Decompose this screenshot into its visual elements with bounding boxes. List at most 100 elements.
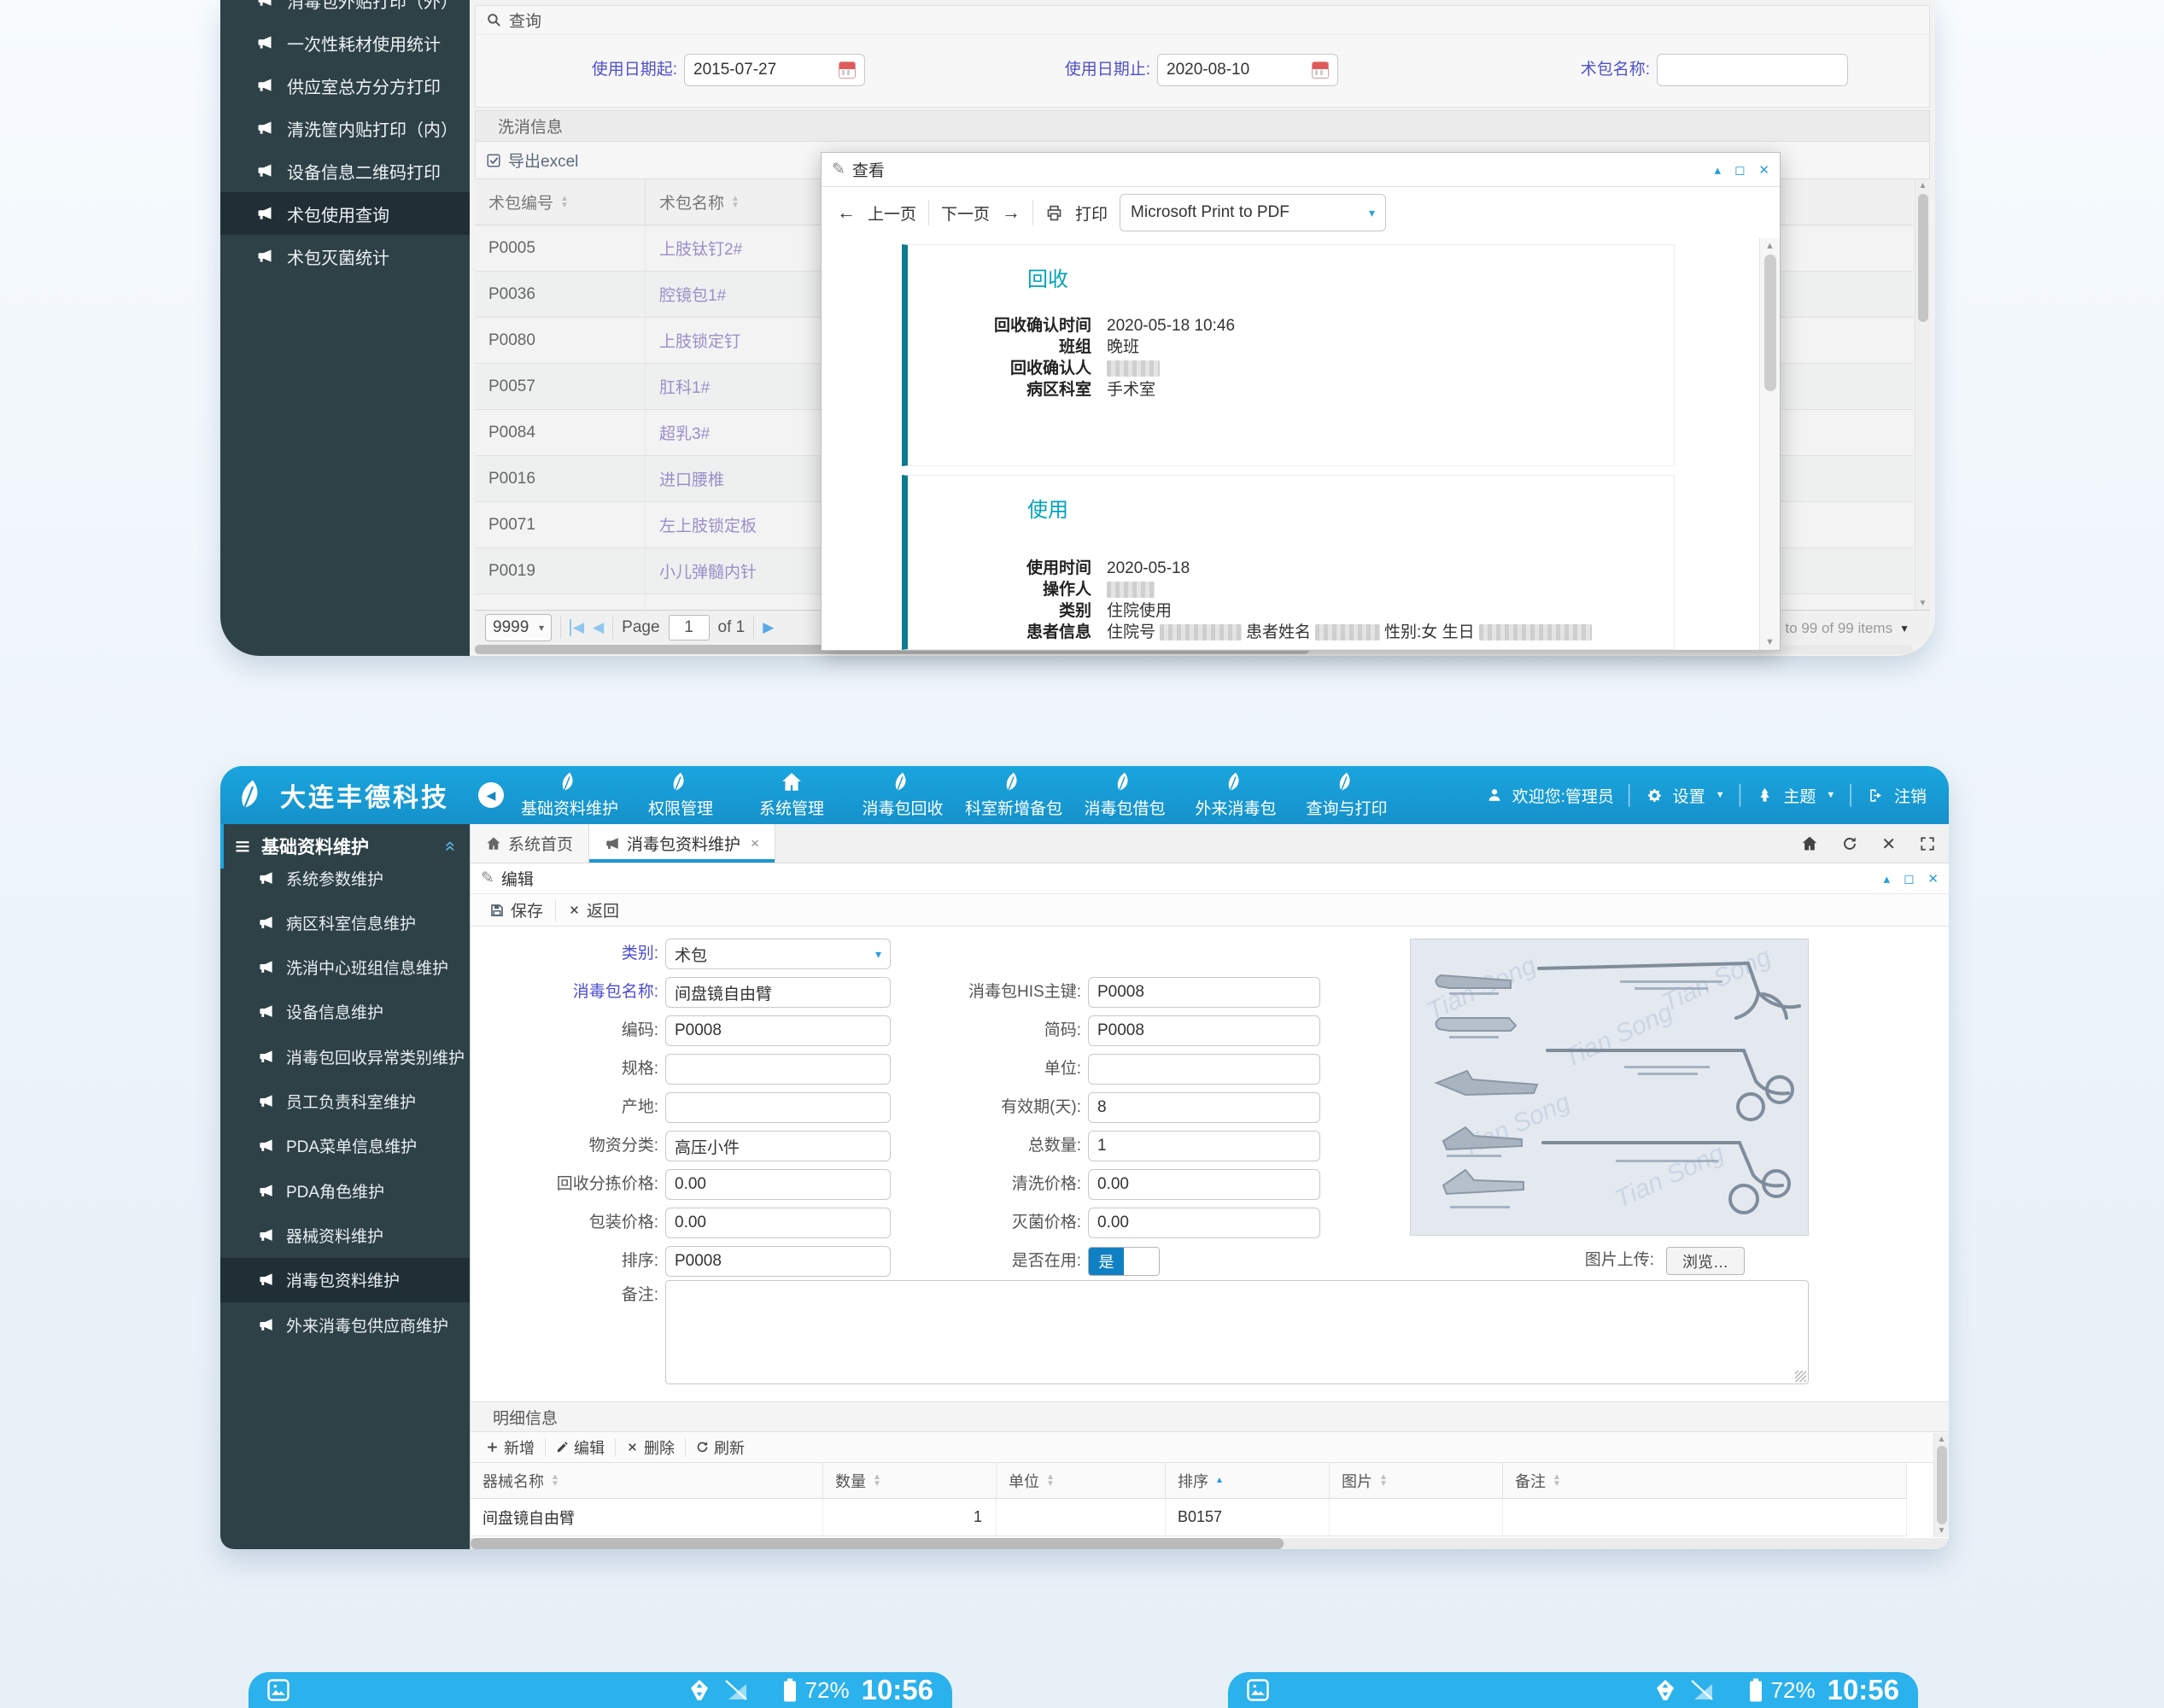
scroll-thumb[interactable]	[1937, 1446, 1947, 1524]
sidebar-item[interactable]: 员工负责科室维护	[220, 1079, 470, 1124]
nav-item[interactable]: 消毒包回收	[847, 766, 958, 824]
calendar-icon[interactable]	[1312, 61, 1329, 79]
sidebar-item[interactable]: 设备信息维护	[220, 990, 470, 1034]
logout-button[interactable]: 注销	[1894, 784, 1927, 807]
编辑-button[interactable]: 编辑	[546, 1432, 615, 1462]
nav-item[interactable]: 系统管理	[736, 766, 847, 824]
nav-item[interactable]: 权限管理	[625, 766, 736, 824]
form-input[interactable]: 高压小件	[665, 1131, 891, 1161]
sidebar-item[interactable]: 器械资料维护	[220, 1213, 470, 1257]
column-header[interactable]: 术包编号▲▼	[475, 179, 646, 225]
sidebar-item[interactable]: PDA角色维护	[220, 1168, 470, 1213]
close-icon[interactable]: ✕	[1758, 162, 1769, 178]
form-input[interactable]: 0.00	[1088, 1169, 1320, 1200]
refresh-icon[interactable]	[1842, 836, 1857, 851]
back-button[interactable]: 返回	[556, 894, 631, 926]
sidebar-item[interactable]: 外来消毒包供应商维护	[220, 1302, 470, 1347]
nav-item[interactable]: 查询与打印	[1291, 766, 1402, 824]
remark-textarea[interactable]	[665, 1280, 1809, 1384]
column-header[interactable]: 数量▲▼	[823, 1463, 997, 1498]
form-input[interactable]	[665, 1092, 891, 1123]
save-button[interactable]: 保存	[477, 894, 555, 926]
scroll-thumb[interactable]	[1918, 194, 1928, 322]
form-input[interactable]: 间盘镜自由臂	[665, 977, 891, 1008]
form-input[interactable]	[1088, 1054, 1320, 1085]
sidebar-item[interactable]: 术包使用查询	[220, 192, 470, 235]
date-input[interactable]: 2015-07-27	[684, 54, 865, 86]
next-page-button[interactable]: 下一页	[941, 202, 990, 225]
column-header[interactable]: 图片▲▼	[1330, 1463, 1503, 1498]
page-number-input[interactable]: 1	[669, 615, 710, 640]
sidebar-item[interactable]: 供应室总方分方打印	[220, 64, 470, 107]
date-input[interactable]: 2020-08-10	[1157, 54, 1338, 86]
sidebar-item[interactable]: 病区科室信息维护	[220, 900, 470, 945]
删除-button[interactable]: 删除	[616, 1432, 685, 1462]
form-input[interactable]	[665, 1054, 891, 1085]
prev-page-button[interactable]: 上一页	[868, 202, 916, 225]
close-icon[interactable]: ✕	[1927, 871, 1939, 886]
sidebar-item[interactable]: 设备信息二维码打印	[220, 149, 470, 192]
print-button[interactable]: 打印	[1075, 202, 1108, 225]
sidebar-item[interactable]: 消毒包回收异常类别维护	[220, 1034, 470, 1079]
page-size-select[interactable]: 9999 ▾	[485, 614, 552, 641]
form-input[interactable]: P0008	[665, 1015, 891, 1046]
form-input[interactable]: P0008	[665, 1246, 891, 1277]
form-input[interactable]: 0.00	[1088, 1208, 1320, 1238]
calendar-icon[interactable]	[839, 61, 856, 79]
sidebar-item[interactable]: 清洗筐内贴打印（内）	[220, 107, 470, 149]
next-page-button[interactable]: ▶	[763, 619, 774, 636]
detail-vertical-scrollbar[interactable]: ▲▼	[1933, 1433, 1949, 1537]
sidebar-item[interactable]: 消毒包资料维护	[220, 1258, 470, 1302]
collapse-icon[interactable]: ▴	[1883, 871, 1890, 886]
nav-item[interactable]: 基础资料维护	[514, 766, 625, 824]
scroll-thumb[interactable]	[1764, 254, 1776, 391]
grid-vertical-scrollbar[interactable]: ▲▼	[1915, 179, 1930, 610]
nav-item[interactable]: 科室新增备包	[958, 766, 1069, 824]
close-tab-icon[interactable]: ✕	[1881, 834, 1896, 855]
column-header[interactable]: 备注▲▼	[1503, 1463, 1907, 1498]
form-input[interactable]: 1	[1088, 1131, 1320, 1161]
form-input[interactable]: 0.00	[665, 1169, 891, 1200]
collapse-section-icon[interactable]: «	[440, 841, 462, 851]
maximize-icon[interactable]: ◻	[1904, 871, 1914, 886]
category-select[interactable]: 术包▾	[665, 939, 891, 969]
form-input[interactable]: 0.00	[665, 1208, 891, 1238]
prev-page-button[interactable]: ◀	[593, 619, 604, 636]
popup-scrollbar[interactable]: ▲▼	[1759, 238, 1780, 650]
form-input[interactable]: P0008	[1088, 1015, 1320, 1046]
home-icon[interactable]	[1801, 835, 1818, 852]
items-count[interactable]: 1 to 99 of 99 items ▼	[1773, 620, 1910, 637]
刷新-button[interactable]: 刷新	[686, 1432, 755, 1462]
printer-select[interactable]: Microsoft Print to PDF ▾	[1120, 194, 1386, 231]
sidebar-item[interactable]: 术包灭菌统计	[220, 235, 470, 278]
browse-button[interactable]: 浏览…	[1666, 1247, 1745, 1275]
detail-horizontal-scrollbar[interactable]	[471, 1538, 1949, 1549]
scroll-thumb[interactable]	[471, 1538, 1284, 1549]
column-header[interactable]: 排序▲	[1166, 1463, 1330, 1498]
in-use-toggle[interactable]: 是	[1088, 1247, 1160, 1276]
fullscreen-icon[interactable]	[1920, 836, 1935, 851]
sidebar-item[interactable]: 洗消中心班组信息维护	[220, 945, 470, 990]
sidebar-item[interactable]: PDA菜单信息维护	[220, 1124, 470, 1168]
column-header[interactable]: 器械名称▲▼	[471, 1463, 823, 1498]
nav-item[interactable]: 消毒包借包	[1069, 766, 1180, 824]
form-input[interactable]: 8	[1088, 1092, 1320, 1123]
form-input[interactable]: P0008	[1088, 977, 1320, 1008]
sidebar-item[interactable]: 消毒包外贴打印（外）	[220, 0, 470, 21]
sidebar-item[interactable]: 一次性耗材使用统计	[220, 21, 470, 64]
settings-menu[interactable]: 设置	[1673, 784, 1705, 807]
tab-消毒包资料维护[interactable]: 消毒包资料维护×	[589, 824, 775, 863]
maximize-icon[interactable]: ◻	[1734, 162, 1745, 178]
nav-item[interactable]: 外来消毒包	[1180, 766, 1291, 824]
theme-menu[interactable]: 主题	[1783, 784, 1816, 807]
tab-系统首页[interactable]: 系统首页	[471, 824, 589, 863]
first-page-button[interactable]: ◀	[570, 619, 584, 636]
sidebar-item[interactable]: 系统参数维护	[220, 856, 470, 900]
table-row[interactable]: 间盘镜自由臂1B0157	[471, 1499, 1907, 1536]
collapse-nav-button[interactable]: ◀	[478, 782, 504, 808]
新增-button[interactable]: 新增	[476, 1432, 545, 1462]
column-header[interactable]: 单位▲▼	[997, 1463, 1166, 1498]
tab-close-icon[interactable]: ×	[751, 835, 759, 852]
package-name-input[interactable]	[1657, 54, 1848, 86]
collapse-icon[interactable]: ▴	[1714, 162, 1721, 178]
